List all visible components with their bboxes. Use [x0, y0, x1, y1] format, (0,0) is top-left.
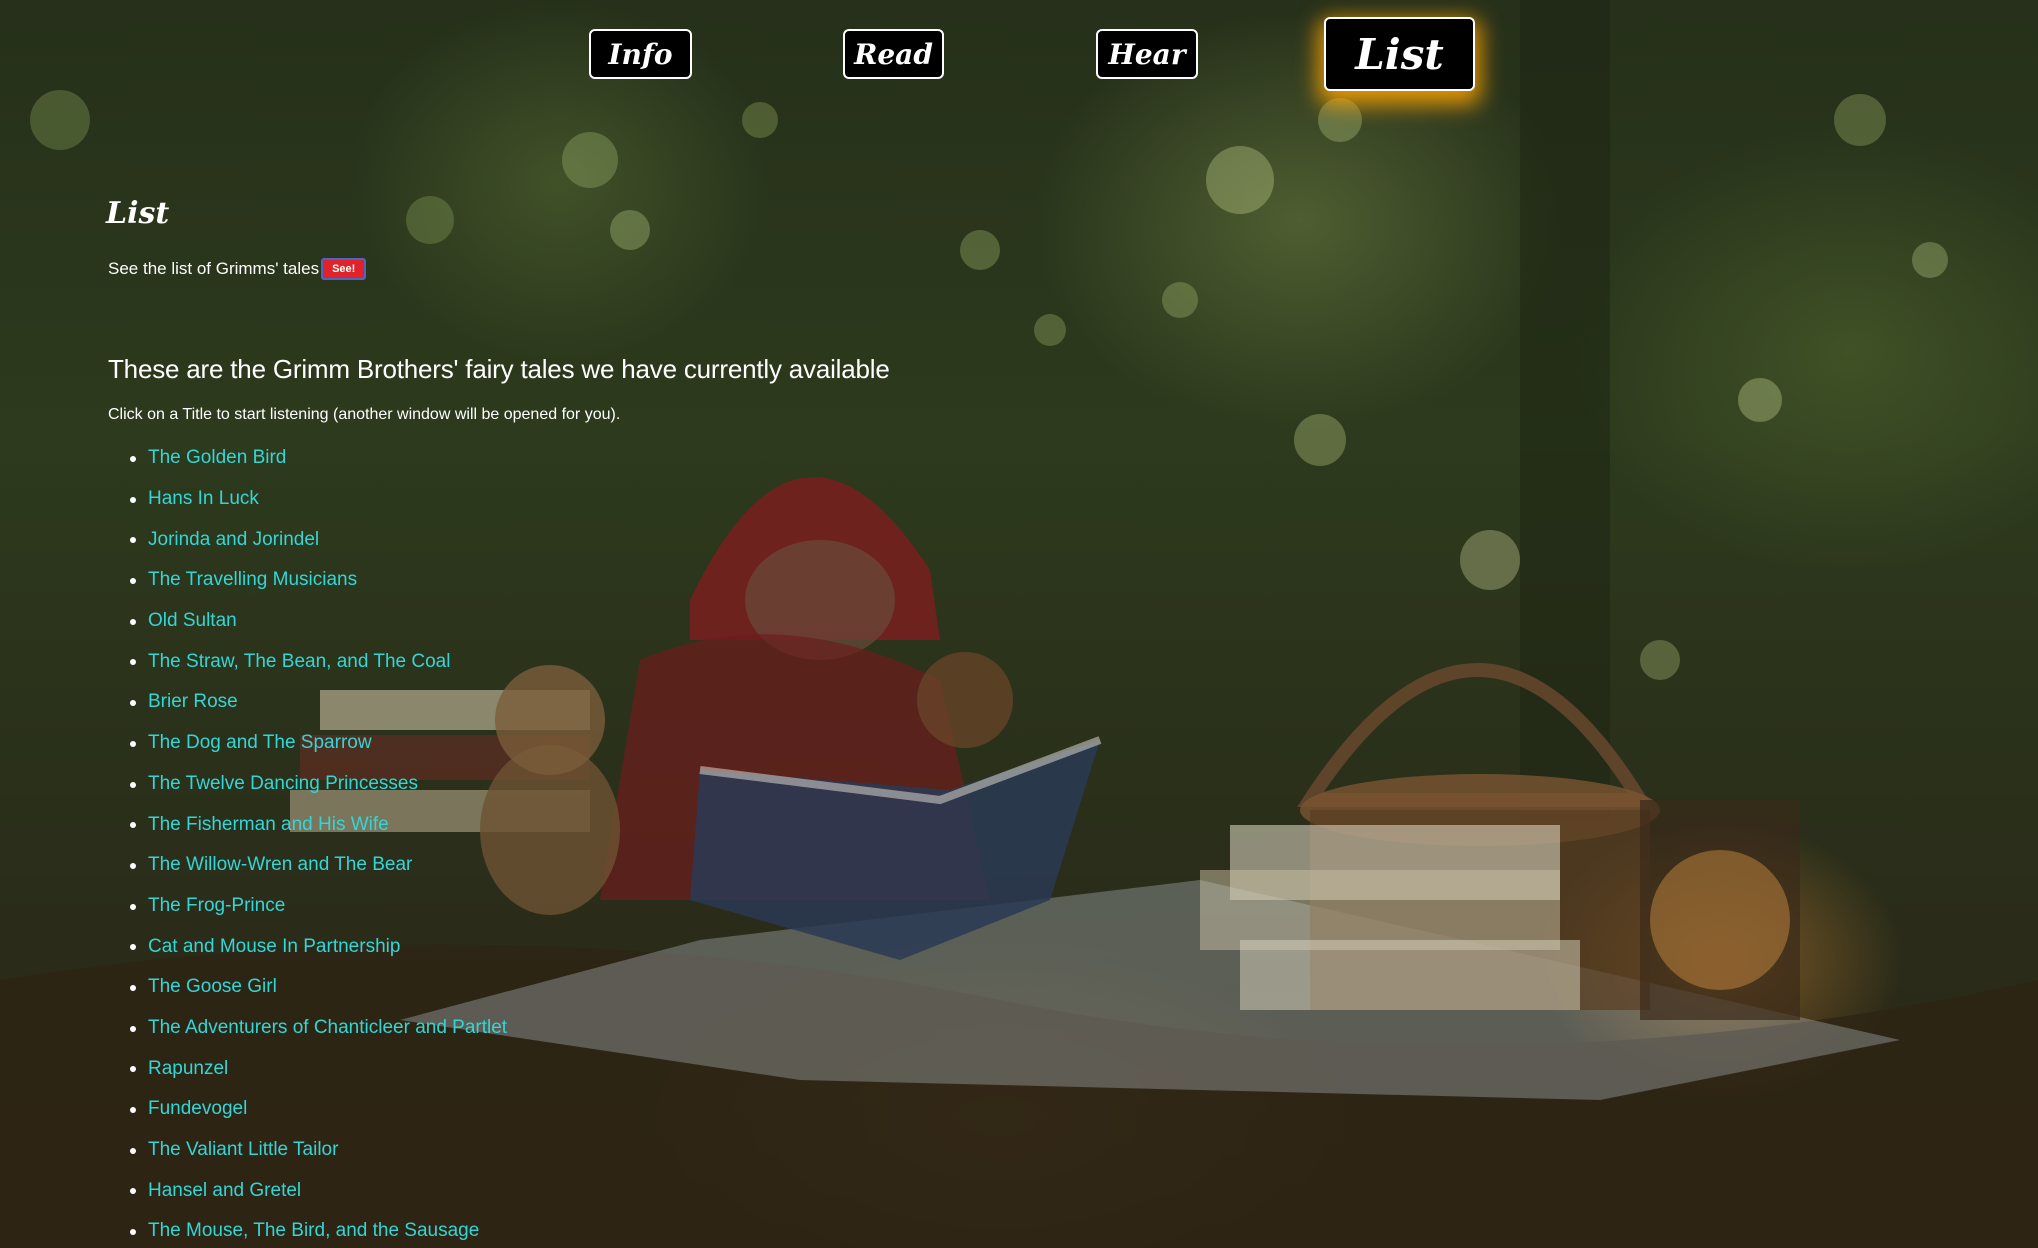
bullet-icon	[130, 944, 136, 951]
nav-hear-label: Hear	[1108, 37, 1186, 71]
list-item: Brier Rose	[108, 682, 507, 723]
tale-link[interactable]: Jorinda and Jorindel	[148, 529, 319, 551]
bullet-icon	[130, 456, 136, 462]
list-item: Hans In Luck	[108, 479, 507, 520]
list-item: The Willow-Wren and The Bear	[108, 845, 507, 886]
tale-link[interactable]: Old Sultan	[148, 610, 237, 632]
list-item: Fundevogel	[108, 1089, 507, 1130]
tale-link[interactable]: The Mouse, The Bird, and the Sausage	[148, 1220, 479, 1242]
tale-link[interactable]: The Adventurers of Chanticleer and Partl…	[148, 1017, 507, 1039]
bullet-icon	[130, 1066, 136, 1073]
nav-read-label: Read	[854, 37, 933, 71]
nav-list-button[interactable]: List	[1324, 17, 1475, 91]
bullet-icon	[130, 1107, 136, 1113]
tale-link[interactable]: The Golden Bird	[148, 447, 286, 469]
tale-link[interactable]: The Willow-Wren and The Bear	[148, 854, 412, 876]
tale-link[interactable]: Hansel and Gretel	[148, 1180, 301, 1202]
see-list-text: See the list of Grimms' tales	[108, 259, 320, 278]
tale-link[interactable]: Cat and Mouse In Partnership	[148, 936, 400, 958]
list-item: The Travelling Musicians	[108, 560, 507, 601]
list-item: The Goose Girl	[108, 967, 507, 1008]
tale-link[interactable]: The Twelve Dancing Princesses	[148, 773, 418, 795]
bullet-icon	[130, 1188, 136, 1195]
list-item: The Valiant Little Tailor	[108, 1130, 507, 1171]
nav-hear-button[interactable]: Hear	[1096, 29, 1198, 79]
tale-link[interactable]: Brier Rose	[148, 691, 238, 713]
tale-link[interactable]: The Straw, The Bean, and The Coal	[148, 651, 450, 673]
bullet-icon	[130, 1229, 136, 1236]
bullet-icon	[130, 862, 136, 869]
tale-link[interactable]: Hans In Luck	[148, 488, 259, 510]
bullet-icon	[130, 618, 136, 625]
section-title: List	[106, 196, 170, 231]
list-item: Old Sultan	[108, 601, 507, 642]
tale-link[interactable]: Rapunzel	[148, 1058, 228, 1080]
tale-link[interactable]: The Travelling Musicians	[148, 569, 357, 591]
bullet-icon	[130, 781, 136, 788]
bullet-icon	[130, 903, 136, 910]
list-item: Rapunzel	[108, 1048, 507, 1089]
bullet-icon	[130, 700, 136, 707]
nav-info-label: Info	[608, 37, 673, 71]
list-item: Cat and Mouse In Partnership	[108, 926, 507, 967]
bullet-icon	[130, 659, 136, 666]
bullet-icon	[130, 984, 136, 991]
bullet-icon	[130, 1025, 136, 1032]
tales-list: The Golden Bird Hans In Luck Jorinda and…	[108, 438, 507, 1248]
list-item: The Mouse, The Bird, and the Sausage	[108, 1211, 507, 1248]
bullet-icon	[130, 496, 136, 503]
nav-info-button[interactable]: Info	[589, 29, 692, 79]
nav-read-button[interactable]: Read	[843, 29, 944, 79]
bullet-icon	[130, 1147, 136, 1154]
list-item: Jorinda and Jorindel	[108, 519, 507, 560]
list-item: The Frog-Prince	[108, 886, 507, 927]
tale-link[interactable]: The Goose Girl	[148, 976, 277, 998]
list-item: The Golden Bird	[108, 438, 507, 479]
tales-headline: These are the Grimm Brothers' fairy tale…	[108, 354, 890, 384]
page-stage: Info Read Hear List List See the list of…	[0, 0, 2038, 1248]
list-item: The Dog and The Sparrow	[108, 723, 507, 764]
nav-list-label: List	[1355, 29, 1444, 79]
tale-link[interactable]: The Valiant Little Tailor	[148, 1139, 338, 1161]
bullet-icon	[130, 537, 136, 544]
bullet-icon	[130, 822, 136, 829]
tale-link[interactable]: The Dog and The Sparrow	[148, 732, 372, 754]
tale-link[interactable]: The Fisherman and His Wife	[148, 814, 389, 836]
bullet-icon	[130, 578, 136, 585]
bullet-icon	[130, 740, 136, 747]
list-item: The Fisherman and His Wife	[108, 804, 507, 845]
list-item: The Twelve Dancing Princesses	[108, 764, 507, 805]
tales-instruction: Click on a Title to start listening (ano…	[108, 406, 621, 423]
list-item: Hansel and Gretel	[108, 1170, 507, 1211]
see-list-line: See the list of Grimms' tales See!	[108, 258, 367, 280]
tale-link[interactable]: The Frog-Prince	[148, 895, 285, 917]
list-item: The Straw, The Bean, and The Coal	[108, 641, 507, 682]
tale-link[interactable]: Fundevogel	[148, 1098, 247, 1120]
see-button[interactable]: See!	[321, 258, 367, 280]
list-item: The Adventurers of Chanticleer and Partl…	[108, 1008, 507, 1049]
